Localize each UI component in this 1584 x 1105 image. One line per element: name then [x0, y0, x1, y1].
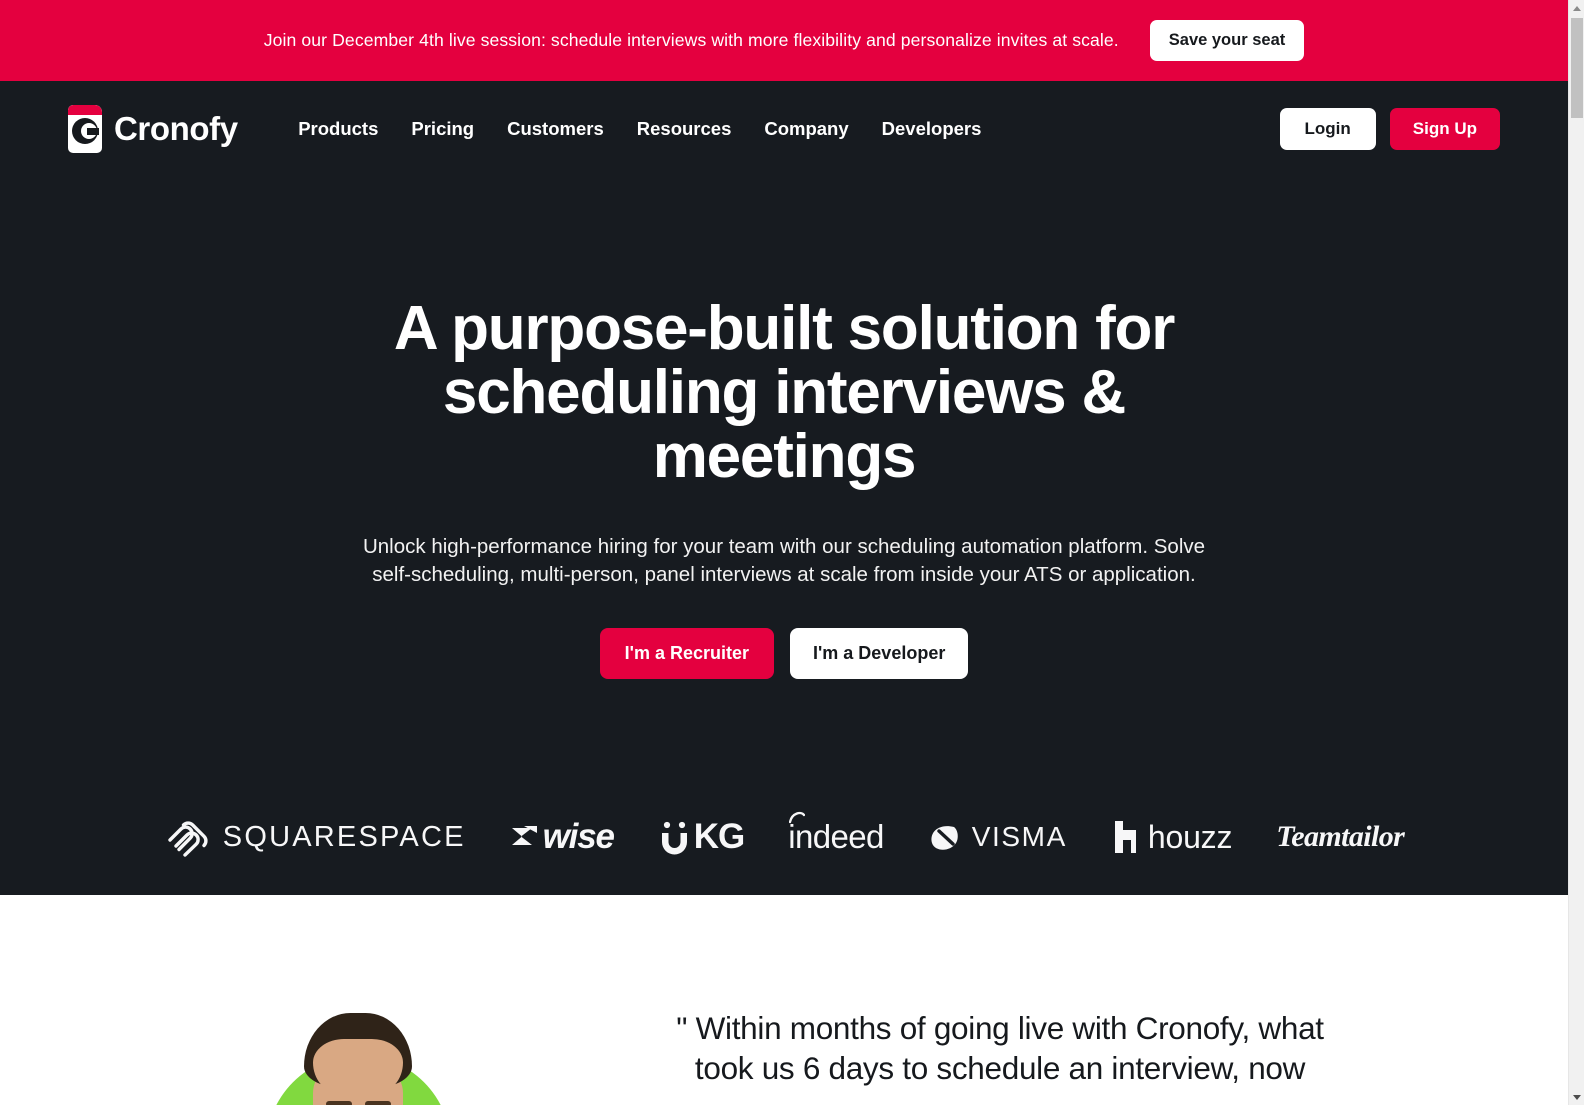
brand-logo-link[interactable]: Cronofy — [68, 105, 238, 153]
portrait-person-photo — [304, 1013, 412, 1105]
logo-indeed: indeed — [766, 808, 906, 866]
hero-cta-group: I'm a Recruiter I'm a Developer — [0, 628, 1568, 680]
wise-arrow-icon — [511, 826, 537, 846]
hero-section: Cronofy Products Pricing Customers Resou… — [0, 81, 1568, 895]
logo-houzz: houzz — [1089, 808, 1254, 866]
scrollbar-up-arrow-icon[interactable] — [1569, 0, 1584, 16]
customer-logo-strip: SQUARESPACE wise KG indeed VISMA houzz T… — [0, 808, 1568, 866]
nav-link-company[interactable]: Company — [748, 118, 865, 139]
testimonial-quote: " Within months of going live with Crono… — [640, 1008, 1360, 1089]
nav-item-products[interactable]: Products — [282, 118, 395, 140]
cronofy-logo-icon — [68, 105, 102, 153]
houzz-mark-icon — [1114, 821, 1136, 854]
visma-leaf-icon — [931, 826, 958, 850]
houzz-wordmark: houzz — [1147, 818, 1233, 855]
save-your-seat-button[interactable]: Save your seat — [1149, 20, 1305, 61]
nav-links: Products Pricing Customers Resources Com… — [282, 118, 998, 140]
scrollbar-thumb[interactable] — [1571, 18, 1583, 118]
login-button[interactable]: Login — [1279, 108, 1376, 150]
nav-link-pricing[interactable]: Pricing — [395, 118, 491, 139]
hero-heading-line-2: scheduling interviews & meetings — [442, 357, 1126, 491]
nav-link-developers[interactable]: Developers — [865, 118, 998, 139]
nav-item-resources[interactable]: Resources — [620, 118, 748, 140]
nav-link-resources[interactable]: Resources — [620, 118, 748, 139]
hero-content: A purpose-built solution for scheduling … — [0, 177, 1568, 680]
squarespace-wordmark: SQUARESPACE — [222, 820, 466, 853]
hero-heading-line-1: A purpose-built solution for — [393, 294, 1176, 363]
im-a-recruiter-button[interactable]: I'm a Recruiter — [599, 628, 774, 680]
logo-wise: wise — [488, 808, 636, 866]
signup-button[interactable]: Sign Up — [1389, 108, 1500, 150]
hero-heading: A purpose-built solution for scheduling … — [324, 297, 1244, 489]
nav-item-developers[interactable]: Developers — [865, 118, 998, 140]
logo-ukg: KG — [636, 808, 767, 866]
nav-link-products[interactable]: Products — [282, 118, 395, 139]
testimonial-quote-line-1: " Within months of going live with Crono… — [676, 1010, 1324, 1046]
nav-item-pricing[interactable]: Pricing — [395, 118, 491, 140]
testimonial-section: " Within months of going live with Crono… — [0, 895, 1568, 1105]
nav-actions: Login Sign Up — [1279, 108, 1500, 150]
nav-item-customers[interactable]: Customers — [491, 118, 621, 140]
visma-wordmark: VISMA — [971, 821, 1067, 853]
nav-link-customers[interactable]: Customers — [491, 118, 621, 139]
scrollbar-down-arrow-icon[interactable] — [1569, 1089, 1584, 1105]
page-content: Join our December 4th live session: sche… — [0, 0, 1568, 1105]
im-a-developer-button[interactable]: I'm a Developer — [790, 628, 969, 680]
page-scrollbar[interactable] — [1568, 0, 1584, 1105]
hero-subheading: Unlock high-performance hiring for your … — [362, 534, 1206, 586]
ukg-smile-icon — [661, 822, 687, 855]
ukg-wordmark: KG — [693, 817, 745, 857]
main-navigation: Cronofy Products Pricing Customers Resou… — [0, 81, 1568, 177]
nav-item-company[interactable]: Company — [748, 118, 865, 140]
logo-teamtailor: Teamtailor — [1254, 808, 1426, 866]
announcement-text: Join our December 4th live session: sche… — [263, 30, 1119, 50]
squarespace-mark-icon — [168, 821, 208, 857]
indeed-swoosh-icon — [789, 812, 806, 824]
logo-visma: VISMA — [906, 808, 1089, 866]
wise-wordmark: wise — [542, 817, 615, 857]
teamtailor-wordmark: Teamtailor — [1276, 820, 1405, 854]
browser-viewport: Join our December 4th live session: sche… — [0, 0, 1584, 1105]
brand-name: Cronofy — [114, 110, 238, 147]
logo-squarespace: SQUARESPACE — [142, 808, 488, 866]
testimonial-portrait — [266, 1013, 451, 1105]
announcement-banner: Join our December 4th live session: sche… — [0, 0, 1568, 81]
testimonial-quote-line-2: took us 6 days to schedule an interview,… — [694, 1050, 1306, 1087]
